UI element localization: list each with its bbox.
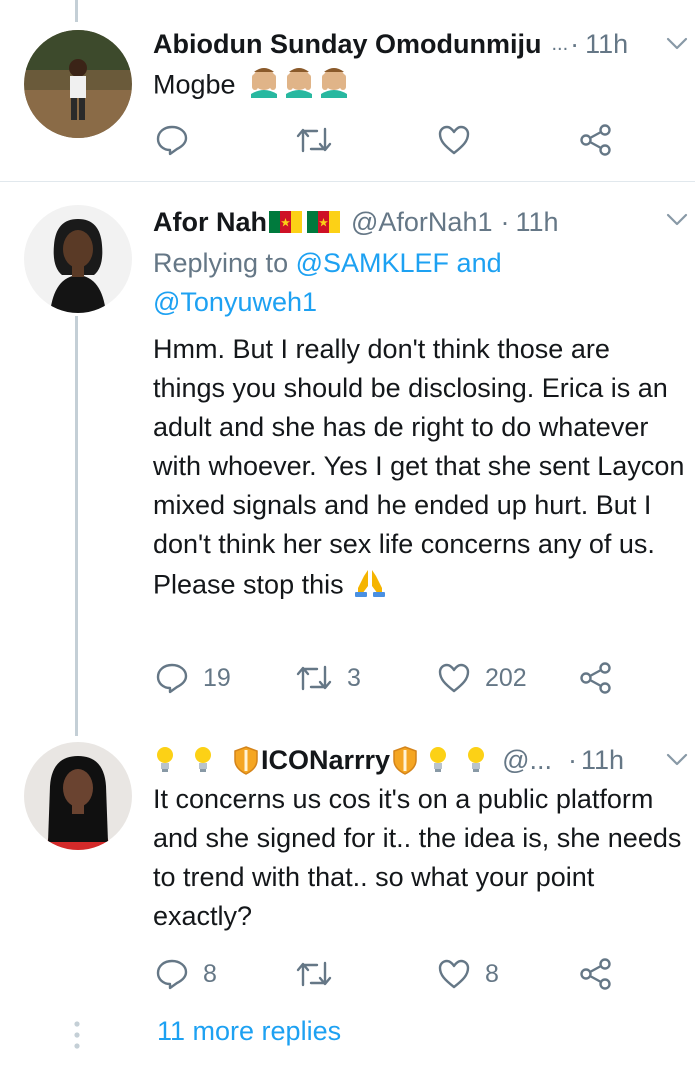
retweet-icon [296,127,332,153]
more-replies-link[interactable]: 11 more replies [157,1016,341,1047]
reply-button[interactable]: 19 [155,658,231,698]
reply-icon [156,663,188,694]
reply-button[interactable]: 8 [155,954,217,994]
like-count: 8 [485,959,499,988]
timestamp[interactable]: 11h [515,207,558,238]
replying-to: Replying to @SAMKLEF and @Tonyuweh1 [153,244,533,322]
heart-icon [438,959,470,989]
tweet-text-content: Mogbe [153,69,236,100]
shield-icon [392,745,418,775]
separator: · [570,28,580,59]
retweet-count: 3 [347,663,361,692]
share-icon [580,124,611,156]
retweet-button[interactable] [295,954,347,994]
tweet-text-content: It concerns us cos it's on a public plat… [153,784,682,931]
share-icon [580,662,611,694]
timestamp[interactable]: 11h [581,745,624,776]
chevron-down-icon[interactable] [664,746,690,772]
folded-hands-emoji-icon [353,564,387,609]
heart-icon [438,125,470,155]
like-button[interactable]: 8 [437,954,499,994]
reply-count: 8 [203,959,217,988]
chevron-down-icon[interactable] [664,206,690,232]
tweet-text: Hmm. But I really don't think those are … [153,330,688,609]
lightbulb-icon [426,744,498,776]
heart-icon [438,663,470,693]
display-name[interactable]: ICONarrry [261,745,390,776]
avatar[interactable] [24,205,132,313]
tweet-text: Mogbe [153,64,683,109]
tweet-header: ICONarrry @... · 11h [153,740,655,780]
avatar[interactable] [24,742,132,850]
tweet-text-content: Hmm. But I really don't think those are … [153,334,685,600]
chevron-down-icon[interactable] [664,30,690,56]
reply-button[interactable] [155,120,203,160]
replying-to-label: Replying to [153,248,289,278]
thread-dots-icon [74,1021,80,1049]
tweet-actions: 8 8 [153,954,673,994]
tweet-3[interactable]: ICONarrry @... · 11h It concerns us cos … [0,724,695,1004]
avatar[interactable] [24,30,132,138]
tweet-text: It concerns us cos it's on a public plat… [153,780,688,936]
reply-count: 19 [203,663,231,692]
reply-icon [156,125,188,156]
like-button[interactable]: 202 [437,658,527,698]
display-name[interactable]: Afor Nah [153,207,267,238]
tweet-actions [153,120,673,160]
display-name[interactable]: Abiodun Sunday Omodunmiju [153,29,541,60]
handle[interactable]: @AforNah1 [351,207,492,238]
retweet-icon [296,665,332,691]
lightbulb-icon [153,744,225,776]
share-button[interactable] [579,954,613,994]
share-button[interactable] [579,120,613,160]
separator: · [567,744,577,775]
retweet-button[interactable]: 3 [295,658,361,698]
shield-icon [233,745,259,775]
cameroon-flag-icon [269,208,343,236]
tweet-actions: 19 3 202 [153,658,673,698]
tweet-2[interactable]: Afor Nah @AforNah1 · 11h Replying to @SA… [0,182,695,722]
handle[interactable]: @... [502,745,552,776]
tweet-header: Afor Nah @AforNah1 · 11h [153,202,655,242]
person-facepalming-emoji-icon [247,64,351,109]
like-button[interactable] [437,120,485,160]
timestamp[interactable]: 11h [585,29,628,60]
like-count: 202 [485,663,527,692]
retweet-button[interactable] [295,120,347,160]
reply-icon [156,959,188,990]
separator: · [500,206,510,237]
tweet-1[interactable]: Abiodun Sunday Omodunmiju ... · 11h Mogb… [0,0,695,180]
handle[interactable]: ... [551,33,568,56]
retweet-icon [296,961,332,987]
share-button[interactable] [579,658,613,698]
share-icon [580,958,611,990]
tweet-header: Abiodun Sunday Omodunmiju ... · 11h [153,24,655,64]
